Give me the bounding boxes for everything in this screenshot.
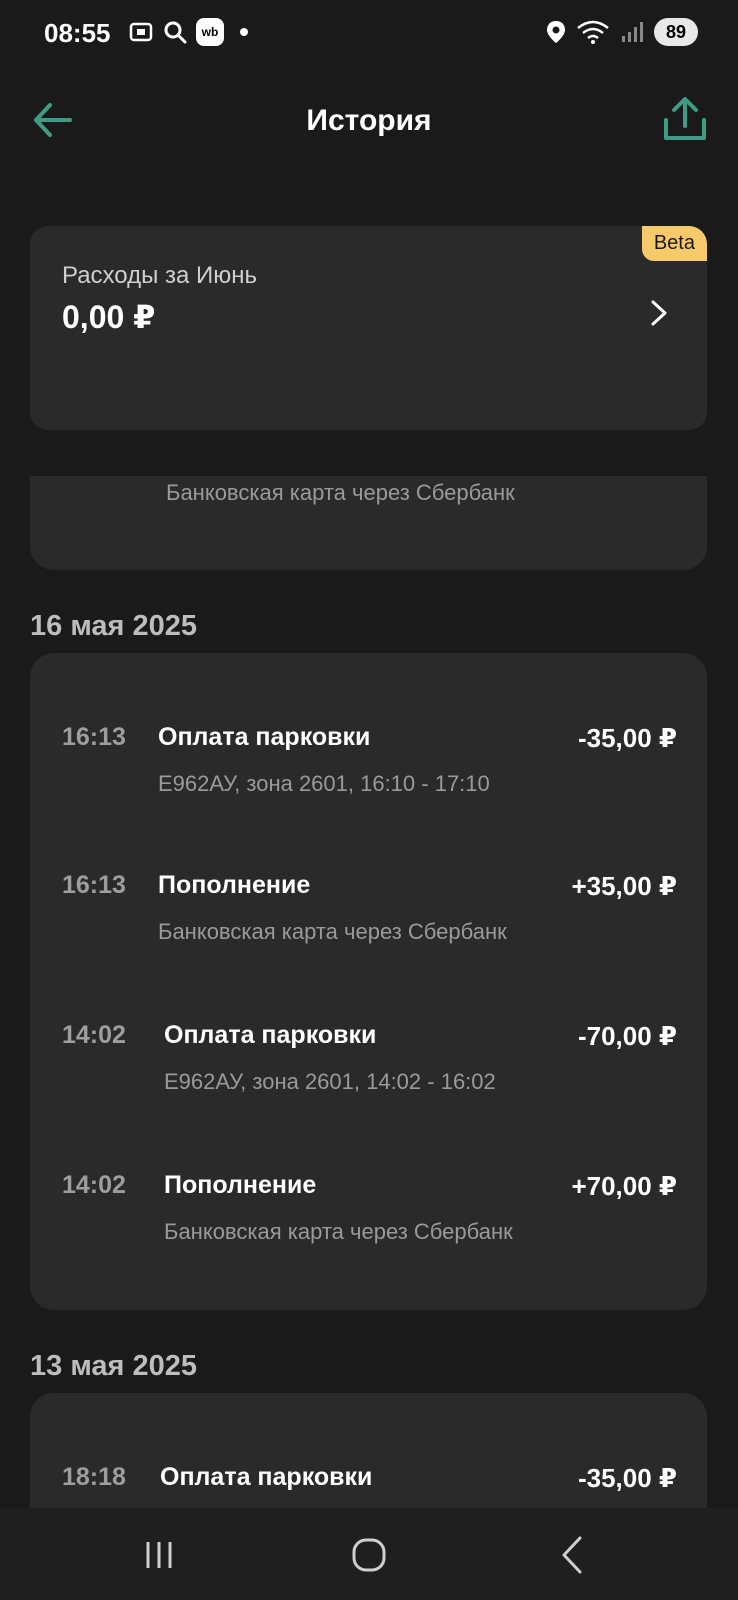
transaction-amount: -35,00 ₽ <box>577 723 677 753</box>
transaction-row[interactable]: 14:02 Оплата парковки -70,00 ₽ Е962АУ, з… <box>30 1021 707 1121</box>
date-heading: 16 мая 2025 <box>30 610 198 642</box>
transaction-title: Оплата парковки <box>160 1463 373 1491</box>
transaction-time: 16:13 <box>62 871 126 899</box>
wifi-icon <box>577 20 609 44</box>
status-notification-icons: wb <box>128 18 248 46</box>
transaction-time: 18:18 <box>62 1463 126 1491</box>
home-icon[interactable] <box>344 1530 394 1580</box>
transaction-title: Оплата парковки <box>158 723 371 751</box>
monthly-expenses-card[interactable]: Beta Расходы за Июнь 0,00 ₽ <box>30 226 707 430</box>
back-icon[interactable] <box>548 1530 598 1580</box>
app-header: История <box>0 80 738 170</box>
system-navigation-bar <box>0 1508 738 1600</box>
transaction-amount: +35,00 ₽ <box>571 871 677 901</box>
transaction-group-card: 16:13 Оплата парковки -35,00 ₽ Е962АУ, з… <box>30 653 707 1310</box>
transaction-row[interactable]: 14:02 Пополнение +70,00 ₽ Банковская кар… <box>30 1171 707 1271</box>
transaction-title: Пополнение <box>158 871 311 899</box>
signal-icon <box>622 22 643 42</box>
transaction-amount: +70,00 ₽ <box>571 1171 677 1201</box>
transaction-amount: -70,00 ₽ <box>577 1021 677 1051</box>
date-heading: 13 мая 2025 <box>30 1350 198 1382</box>
status-time: 08:55 <box>44 18 111 48</box>
status-system-icons: 89 <box>546 18 698 46</box>
transaction-subtitle: Банковская карта через Сбербанк <box>164 1219 513 1244</box>
transaction-title: Оплата парковки <box>164 1021 377 1049</box>
transaction-time: 14:02 <box>62 1021 126 1049</box>
transaction-title: Пополнение <box>164 1171 317 1199</box>
transaction-time: 16:13 <box>62 723 126 751</box>
transaction-time: 14:02 <box>62 1171 126 1199</box>
transaction-row[interactable]: 16:13 Оплата парковки -35,00 ₽ Е962АУ, з… <box>30 723 707 823</box>
share-export-icon[interactable] <box>660 94 710 144</box>
transaction-row[interactable]: 16:13 Пополнение +35,00 ₽ Банковская кар… <box>30 871 707 971</box>
location-icon <box>547 21 565 43</box>
status-bar: 08:55 wb 89 <box>0 0 738 70</box>
recent-apps-icon[interactable] <box>134 1530 184 1580</box>
transaction-subtitle: Банковская карта через Сбербанк <box>158 919 507 944</box>
battery-icon: 89 <box>654 18 698 46</box>
transaction-subtitle: Е962АУ, зона 2601, 16:10 - 17:10 <box>158 771 490 796</box>
wb-app-icon: wb <box>196 18 224 46</box>
notification-dot-icon <box>240 28 248 36</box>
transaction-amount: -35,00 ₽ <box>577 1463 677 1493</box>
search-icon <box>164 21 187 44</box>
chevron-right-icon <box>651 300 667 326</box>
page-title: История <box>306 104 432 137</box>
expenses-label: Расходы за Июнь <box>62 262 258 289</box>
beta-badge: Beta <box>641 226 707 261</box>
transaction-group-card-partial: Банковская карта через Сбербанк <box>30 476 707 570</box>
transaction-subtitle: Банковская карта через Сбербанк <box>166 480 515 505</box>
expenses-value: 0,00 ₽ <box>62 299 156 335</box>
transaction-subtitle: Е962АУ, зона 2601, 14:02 - 16:02 <box>164 1069 496 1094</box>
screenshot-icon <box>129 22 153 42</box>
